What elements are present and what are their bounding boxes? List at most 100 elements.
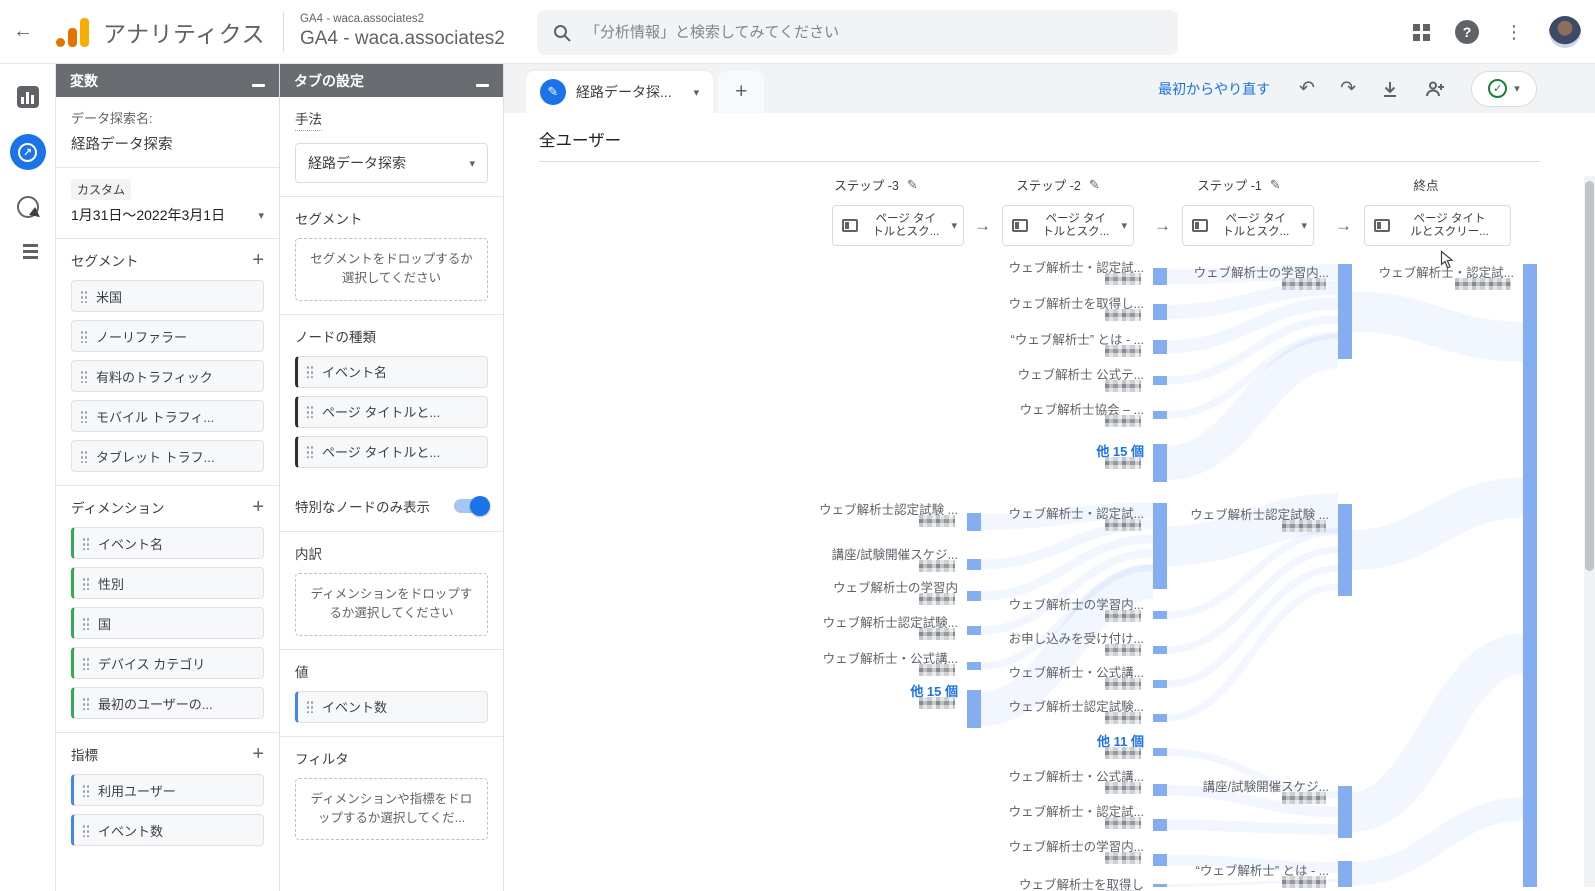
- download-icon[interactable]: [1381, 80, 1399, 98]
- add-dimension-button[interactable]: +: [252, 499, 264, 515]
- search-input[interactable]: [585, 24, 1162, 41]
- segments-title: セグメント: [71, 250, 139, 270]
- add-segment-button[interactable]: +: [252, 252, 264, 268]
- filter-dropzone[interactable]: ディメンションや指標をドロップするか選択してくだ...: [295, 778, 488, 841]
- undo-icon[interactable]: ↶: [1299, 79, 1315, 98]
- path-node-bar[interactable]: [1338, 786, 1352, 838]
- status-check-button[interactable]: ✓ ▾: [1471, 71, 1537, 107]
- segment-chip[interactable]: ノーリファラー: [71, 320, 264, 352]
- segment-chip-label: 有料のトラフィック: [96, 367, 213, 386]
- path-node-value-redacted: [1105, 610, 1141, 622]
- path-node-bar[interactable]: [1153, 376, 1167, 385]
- dimension-chip[interactable]: 国: [71, 607, 264, 639]
- path-node-bar[interactable]: [967, 559, 981, 570]
- node-type-chip[interactable]: ページ タイトルと...: [295, 436, 488, 468]
- filter-label: フィルタ: [295, 748, 349, 768]
- reports-icon[interactable]: [17, 86, 39, 108]
- segment-chip[interactable]: 米国: [71, 280, 264, 312]
- edit-pencil-icon: ✎: [540, 79, 566, 105]
- tab-settings-title: タブの設定: [294, 71, 364, 91]
- path-node-bar[interactable]: [1153, 646, 1167, 654]
- property-type-label: GA4 - waca.associates2: [300, 12, 505, 27]
- add-metric-button[interactable]: +: [252, 746, 264, 762]
- app-header: ← アナリティクス GA4 - waca.associates2 GA4 - w…: [0, 0, 1595, 64]
- path-node-bar[interactable]: [1338, 861, 1352, 887]
- minimize-icon[interactable]: [476, 84, 489, 87]
- user-avatar[interactable]: [1549, 16, 1581, 48]
- dimension-chip[interactable]: 最初のユーザーの...: [71, 687, 264, 719]
- path-node-bar[interactable]: [1153, 304, 1167, 320]
- path-node-bar[interactable]: [1153, 680, 1167, 688]
- exploration-name-label: データ探索名:: [71, 108, 264, 127]
- header-divider: [283, 12, 284, 52]
- segment-chip[interactable]: タブレット トラフ...: [71, 440, 264, 472]
- share-add-user-icon[interactable]: [1424, 80, 1446, 98]
- metric-chip[interactable]: イベント数: [71, 814, 264, 846]
- redo-icon[interactable]: ↷: [1340, 79, 1356, 98]
- date-range-text: 1月31日～2022年3月1日: [71, 205, 225, 225]
- path-node-bar[interactable]: [1153, 884, 1167, 887]
- segment-chip-label: タブレット トラフ...: [96, 447, 214, 466]
- breakdown-label: 内訳: [295, 543, 322, 563]
- chevron-down-icon: ▾: [469, 157, 475, 170]
- path-node-bar[interactable]: [1153, 714, 1167, 722]
- metric-chip[interactable]: 利用ユーザー: [71, 774, 264, 806]
- drag-handle-icon: [82, 617, 89, 630]
- exploration-name-section: データ探索名: 経路データ探索: [56, 97, 279, 168]
- segments-list: 米国ノーリファラー有料のトラフィックモバイル トラフィ... タブレット トラフ.…: [71, 280, 264, 472]
- library-icon[interactable]: [18, 244, 38, 259]
- scrollbar-thumb[interactable]: [1585, 181, 1594, 571]
- value-chip[interactable]: イベント数: [295, 691, 488, 723]
- exploration-tab[interactable]: ✎ 経路データ探... ▾: [526, 71, 713, 113]
- segment-chip[interactable]: モバイル トラフィ...: [71, 400, 264, 432]
- path-node-bar[interactable]: [1153, 444, 1167, 482]
- node-type-section: ノードの種類 イベント名ページ タイトルと...ページ タイトルと... 特別な…: [280, 315, 503, 532]
- dimension-chip-label: 性別: [98, 574, 124, 593]
- global-search[interactable]: [537, 10, 1178, 55]
- path-node-bar[interactable]: [1153, 611, 1167, 619]
- property-selector[interactable]: GA4 - waca.associates2 GA4 - waca.associ…: [300, 12, 505, 51]
- breakdown-dropzone[interactable]: ディメンションをドロップするか選択してください: [295, 573, 488, 636]
- special-nodes-toggle[interactable]: [454, 499, 488, 513]
- advertising-icon[interactable]: [17, 196, 39, 218]
- path-node-value-redacted: [1282, 520, 1326, 532]
- technique-select[interactable]: 経路データ探索 ▾: [295, 143, 488, 183]
- back-arrow-icon[interactable]: ←: [0, 20, 46, 43]
- dimension-chip[interactable]: イベント名: [71, 527, 264, 559]
- minimize-icon[interactable]: [252, 84, 265, 87]
- path-node-value-redacted: [1105, 678, 1141, 690]
- path-node-bar[interactable]: [1153, 819, 1167, 831]
- metrics-title: 指標: [71, 744, 98, 764]
- path-node-value-redacted: [1282, 792, 1326, 804]
- dimensions-section: ディメンション + イベント名性別国デバイス カテゴリ最初のユーザーの...: [56, 486, 279, 733]
- google-apps-icon[interactable]: [1413, 24, 1429, 40]
- path-node-value-redacted: [1105, 712, 1141, 724]
- metrics-section: 指標 + 利用ユーザーイベント数: [56, 733, 279, 859]
- add-tab-button[interactable]: +: [718, 71, 764, 113]
- restart-link[interactable]: 最初からやり直す: [1158, 79, 1270, 99]
- variables-panel: 変数 データ探索名: 経路データ探索 カスタム 1月31日～2022年3月1日 …: [56, 64, 280, 891]
- segment-chip[interactable]: 有料のトラフィック: [71, 360, 264, 392]
- chevron-down-icon: ▾: [694, 86, 700, 99]
- path-node-bar[interactable]: [1338, 504, 1352, 596]
- more-menu-icon[interactable]: ⋮: [1505, 22, 1523, 43]
- node-type-chip[interactable]: イベント名: [295, 356, 488, 388]
- explore-icon[interactable]: ↗: [10, 134, 46, 170]
- metric-chip-label: イベント数: [98, 821, 163, 840]
- canvas-scrollbar[interactable]: [1584, 176, 1595, 887]
- dimension-chip[interactable]: 性別: [71, 567, 264, 599]
- path-node-label[interactable]: ウェブ解析士を取得し: [929, 874, 1144, 891]
- dimension-chip[interactable]: デバイス カテゴリ: [71, 647, 264, 679]
- drag-handle-icon: [306, 445, 313, 458]
- segment-dropzone[interactable]: セグメントをドロップするか選択してください: [295, 238, 488, 301]
- path-node-bar[interactable]: [1523, 264, 1537, 887]
- path-node-bar[interactable]: [1153, 411, 1167, 419]
- date-range-picker[interactable]: 1月31日～2022年3月1日 ▾: [71, 205, 264, 225]
- node-type-label: ノードの種類: [295, 326, 376, 346]
- help-icon[interactable]: ?: [1455, 20, 1479, 44]
- path-node-value-redacted: [1105, 747, 1141, 759]
- path-node-bar[interactable]: [1153, 748, 1167, 756]
- node-type-chip[interactable]: ページ タイトルと...: [295, 396, 488, 428]
- path-node-bar[interactable]: [1153, 340, 1167, 354]
- exploration-name-value[interactable]: 経路データ探索: [71, 133, 264, 154]
